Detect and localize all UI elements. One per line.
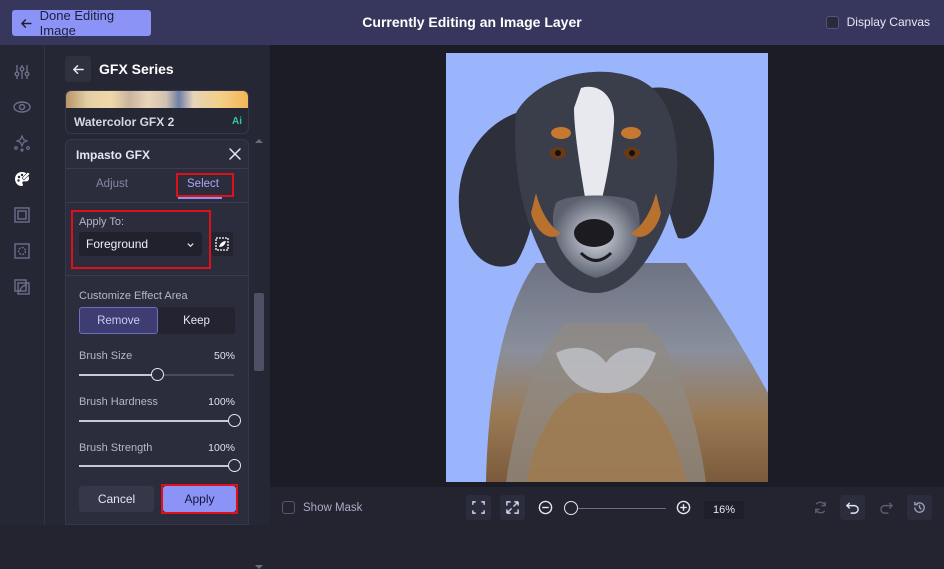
close-icon[interactable] xyxy=(228,147,242,161)
divider xyxy=(66,168,248,169)
history-icon xyxy=(914,501,925,513)
brush-strength-value: 100% xyxy=(208,442,235,454)
collapse-icon xyxy=(506,501,519,514)
active-tab-indicator xyxy=(178,197,222,199)
slider-thumb[interactable] xyxy=(151,368,164,381)
effect-area-toggle: Remove Keep xyxy=(79,307,235,334)
divider xyxy=(66,275,248,276)
apply-to-label: Apply To: xyxy=(79,216,125,228)
dog-painting xyxy=(458,71,768,482)
history-button[interactable] xyxy=(907,495,932,520)
top-bar: Done Editing Image Currently Editing an … xyxy=(0,0,944,45)
effect-card-label: Watercolor GFX 2 xyxy=(74,115,175,129)
slider-fill xyxy=(79,465,234,467)
scroll-thumb[interactable] xyxy=(254,293,264,371)
brush-hardness-value: 100% xyxy=(208,396,235,408)
done-editing-button[interactable]: Done Editing Image xyxy=(12,8,151,38)
zoom-out-button[interactable] xyxy=(537,499,553,515)
panel-back-button[interactable] xyxy=(65,56,91,82)
texture-icon[interactable] xyxy=(12,241,32,261)
zoom-slider-thumb[interactable] xyxy=(564,501,578,515)
show-mask-checkbox[interactable] xyxy=(282,501,295,514)
effect-editor-title: Impasto GFX xyxy=(76,148,151,162)
apply-button[interactable]: Apply xyxy=(163,486,236,512)
fit-screen-button[interactable] xyxy=(466,495,491,520)
cancel-button[interactable]: Cancel xyxy=(79,486,154,512)
frame-icon[interactable] xyxy=(12,205,32,225)
slider-thumb[interactable] xyxy=(228,414,241,427)
plus-circle-icon xyxy=(676,500,690,514)
overlay-icon[interactable] xyxy=(12,277,32,297)
done-editing-label: Done Editing Image xyxy=(39,8,115,38)
display-canvas-checkbox[interactable] xyxy=(825,15,839,29)
sparkles-icon[interactable] xyxy=(12,133,32,153)
customize-effect-area-label: Customize Effect Area xyxy=(79,290,188,302)
image-layer[interactable] xyxy=(446,53,768,482)
slider-fill xyxy=(79,374,157,376)
display-canvas-toggle[interactable]: Display Canvas xyxy=(825,15,930,29)
slider-fill xyxy=(79,420,234,422)
undo-icon xyxy=(845,502,859,514)
arrow-left-icon xyxy=(21,18,32,28)
minus-circle-icon xyxy=(538,500,552,514)
panel-header: GFX Series xyxy=(65,56,174,82)
zoom-slider[interactable] xyxy=(570,508,666,509)
divider xyxy=(66,202,248,203)
keep-button[interactable]: Keep xyxy=(158,307,235,334)
effect-card-watercolor[interactable]: Watercolor GFX 2 Ai xyxy=(65,90,249,134)
effect-editor: Impasto GFX Adjust Select Apply To: Fore… xyxy=(65,139,249,525)
zoom-in-button[interactable] xyxy=(675,499,691,515)
brush-hardness-label: Brush Hardness xyxy=(79,396,158,408)
canvas-area xyxy=(270,45,944,487)
show-mask-toggle[interactable]: Show Mask xyxy=(282,501,362,514)
brush-strength-label: Brush Strength xyxy=(79,442,153,454)
palette-icon[interactable] xyxy=(12,169,32,189)
sliders-icon[interactable] xyxy=(12,62,32,82)
display-canvas-label: Display Canvas xyxy=(846,15,930,29)
brush-size-slider[interactable] xyxy=(79,368,234,381)
apply-to-value: Foreground xyxy=(86,237,149,251)
slider-thumb[interactable] xyxy=(228,459,241,472)
show-mask-label: Show Mask xyxy=(303,501,363,514)
remove-button[interactable]: Remove xyxy=(79,307,158,334)
panel-scrollbar[interactable] xyxy=(252,105,264,569)
reset-button[interactable] xyxy=(812,499,828,515)
brush-strength-slider[interactable] xyxy=(79,459,241,472)
scroll-up-arrow[interactable] xyxy=(255,139,263,143)
tab-select[interactable]: Select xyxy=(187,178,219,190)
effects-panel: GFX Series Watercolor GFX 2 Ai Impasto G… xyxy=(45,45,270,569)
redo-icon xyxy=(879,501,893,514)
tab-adjust[interactable]: Adjust xyxy=(96,178,128,190)
mask-icon xyxy=(215,237,229,251)
zoom-level[interactable]: 16% xyxy=(704,501,744,519)
eye-icon[interactable] xyxy=(12,97,32,117)
brush-size-value: 50% xyxy=(213,350,235,362)
bottom-toolbar: Show Mask 16% xyxy=(270,488,944,525)
brush-hardness-slider[interactable] xyxy=(79,414,241,427)
ai-badge: Ai xyxy=(232,116,242,127)
arrow-left-icon xyxy=(72,64,84,74)
panel-title: GFX Series xyxy=(99,61,174,77)
redo-button[interactable] xyxy=(878,499,894,515)
expand-icon xyxy=(472,501,485,514)
chevron-down-icon xyxy=(187,242,194,247)
tool-rail xyxy=(0,45,45,525)
scroll-down-arrow[interactable] xyxy=(255,565,263,569)
refresh-icon xyxy=(814,501,826,513)
apply-to-select[interactable]: Foreground xyxy=(79,232,202,256)
undo-button[interactable] xyxy=(840,495,865,520)
effect-thumbnail xyxy=(66,91,248,108)
mask-invert-button[interactable] xyxy=(211,232,233,256)
actual-size-button[interactable] xyxy=(500,495,525,520)
brush-size-label: Brush Size xyxy=(79,350,133,362)
